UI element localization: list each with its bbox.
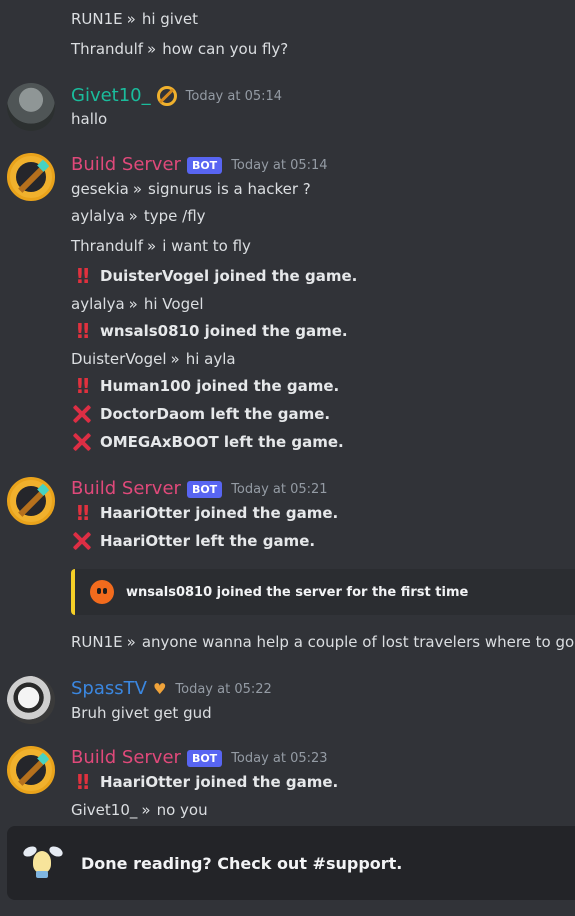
notice-text[interactable]: Done reading? Check out #support. [81, 854, 402, 873]
line-text: no you [156, 801, 208, 819]
separator: » [132, 180, 143, 198]
cross-mark-icon [71, 432, 93, 452]
avatar-build-server[interactable] [7, 746, 55, 794]
separator: » [126, 10, 136, 28]
lightbulb-icon [21, 841, 67, 885]
message-line: gesekia» signurus is a hacker ? [71, 179, 311, 199]
message-header: SpassTV ♥ Today at 05:22 [71, 678, 272, 700]
message-text: hallo [71, 110, 108, 128]
message-text: Bruh givet get gud [71, 704, 212, 722]
event-text: Human100 joined the game. [100, 377, 340, 395]
line-text: type /fly [143, 207, 206, 225]
message-header: Givet10_ Today at 05:14 [71, 85, 282, 107]
cross-mark-icon [71, 531, 93, 551]
double-exclamation-icon: ‼ [76, 501, 89, 525]
separator: » [128, 207, 138, 225]
message-line: DuisterVogel» hi ayla [71, 349, 236, 369]
double-exclamation-icon: ‼ [76, 319, 89, 343]
separator: » [141, 801, 151, 819]
double-exclamation-icon: ‼ [76, 770, 89, 794]
username-givet[interactable]: Givet10_ [71, 85, 151, 107]
line-text: hi givet [141, 10, 198, 28]
avatar-build-server[interactable] [7, 153, 55, 201]
message-line: RUN1E» anyone wanna help a couple of lost… [71, 632, 574, 652]
bot-badge: BOT [186, 480, 223, 498]
message-header: Build Server BOT Today at 05:14 [71, 154, 328, 176]
line-text: signurus is a hacker ? [148, 180, 311, 198]
message-line: RUN1E» hi givet [71, 9, 198, 29]
line-user: RUN1E [71, 10, 123, 28]
separator: » [147, 237, 157, 255]
timestamp: Today at 05:14 [231, 157, 328, 173]
username-build-server[interactable]: Build Server [71, 478, 181, 500]
line-user: Thrandulf [71, 237, 144, 255]
heart-badge-icon: ♥ [152, 680, 167, 698]
line-user: gesekia [71, 180, 129, 198]
chat-messages: RUN1E» hi givet Thrandulf» how can you fly… [0, 0, 575, 916]
cross-mark-icon [71, 404, 93, 424]
line-text: how can you fly? [162, 40, 289, 58]
message-line: Thrandulf» how can you fly? [71, 39, 288, 59]
message-line: Givet10_» no you [71, 800, 208, 820]
avatar-spasstv[interactable] [7, 676, 55, 724]
timestamp: Today at 05:22 [175, 681, 272, 697]
line-text: i want to fly [162, 237, 251, 255]
avatar-build-server[interactable] [7, 477, 55, 525]
line-text: anyone wanna help a couple of lost trave… [141, 633, 575, 651]
avatar-givet[interactable] [7, 83, 55, 131]
join-event: ‼ DuisterVogel joined the game. [71, 264, 358, 288]
embed-text: wnsals0810 joined the server for the fir… [126, 584, 469, 600]
event-text: DuisterVogel joined the game. [100, 267, 358, 285]
timestamp: Today at 05:21 [231, 481, 328, 497]
separator: » [170, 350, 180, 368]
line-text: hi Vogel [143, 295, 204, 313]
event-text: HaariOtter joined the game. [100, 773, 339, 791]
slash-badge-icon [156, 86, 177, 106]
line-user: aylalya [71, 207, 125, 225]
bot-badge: BOT [186, 156, 223, 174]
event-text: HaariOtter left the game. [100, 532, 316, 550]
timestamp: Today at 05:14 [185, 88, 283, 104]
username-spasstv[interactable]: SpassTV [71, 678, 147, 700]
line-text: hi ayla [185, 350, 236, 368]
join-event: ‼ HaariOtter joined the game. [71, 770, 339, 794]
message-line: Thrandulf» i want to fly [71, 236, 251, 256]
line-user: RUN1E [71, 633, 123, 651]
line-user: aylalya [71, 295, 125, 313]
message-header: Build Server BOT Today at 05:21 [71, 478, 328, 500]
leave-event: DoctorDaom left the game. [71, 404, 330, 424]
join-event: ‼ HaariOtter joined the game. [71, 501, 339, 525]
line-user: Givet10_ [71, 801, 138, 819]
username-build-server[interactable]: Build Server [71, 154, 181, 176]
event-text: wnsals0810 joined the game. [100, 322, 348, 340]
join-event: ‼ Human100 joined the game. [71, 376, 339, 396]
leave-event: HaariOtter left the game. [71, 531, 315, 551]
message-line: aylalya» type /fly [71, 206, 206, 226]
separator: » [126, 633, 136, 651]
event-text: DoctorDaom left the game. [100, 405, 331, 423]
line-user: Thrandulf [71, 40, 144, 58]
event-text: OMEGAxBOOT left the game. [100, 433, 344, 451]
message-line: aylalya» hi Vogel [71, 294, 204, 314]
embed-card: wnsals0810 joined the server for the fir… [71, 569, 575, 615]
leave-event: OMEGAxBOOT left the game. [71, 432, 344, 452]
join-event: ‼ wnsals0810 joined the game. [71, 321, 348, 341]
username-build-server[interactable]: Build Server [71, 747, 181, 769]
separator: » [128, 295, 138, 313]
bot-badge: BOT [186, 749, 223, 767]
event-text: HaariOtter joined the game. [100, 504, 339, 522]
double-exclamation-icon: ‼ [76, 374, 89, 398]
double-exclamation-icon: ‼ [76, 264, 89, 288]
smiley-face-icon [90, 580, 114, 604]
message-header: Build Server BOT Today at 05:23 [71, 747, 328, 769]
separator: » [147, 40, 157, 58]
timestamp: Today at 05:23 [231, 750, 328, 766]
done-reading-notice[interactable]: Done reading? Check out #support. [7, 826, 575, 900]
line-user: DuisterVogel [71, 350, 167, 368]
